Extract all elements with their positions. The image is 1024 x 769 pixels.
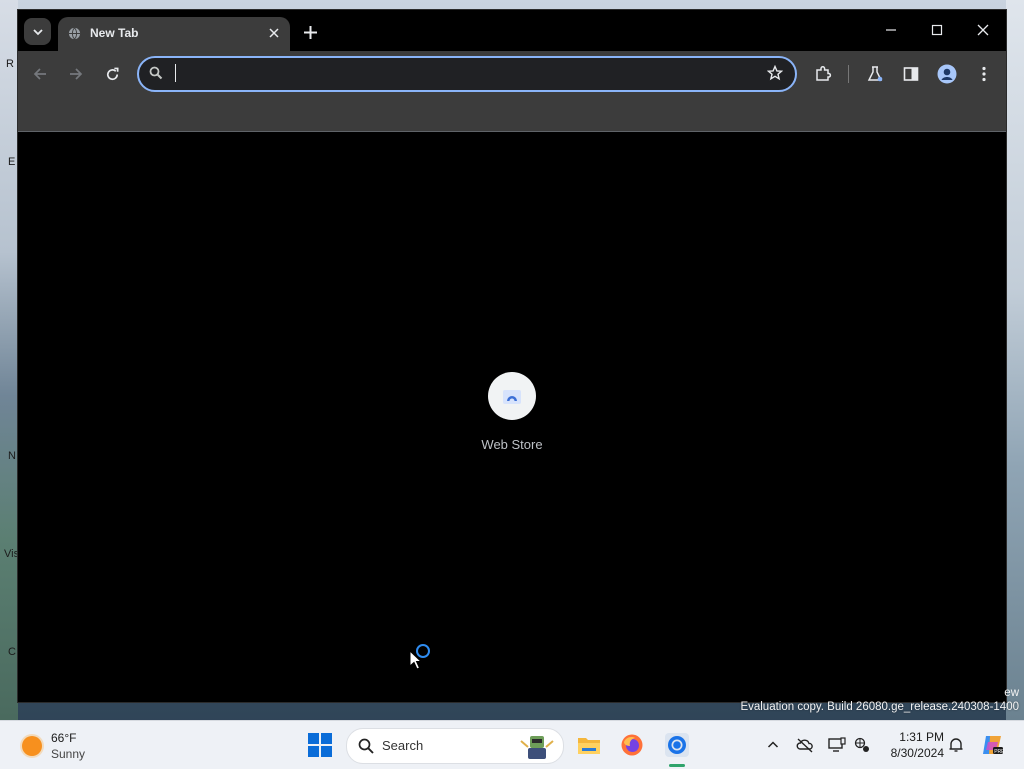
copilot-button[interactable]: PRE (980, 733, 1004, 757)
bookmark-star-icon[interactable] (767, 65, 783, 81)
svg-text:PRE: PRE (994, 749, 1004, 755)
browser-window: New Tab Web Store (18, 10, 1006, 702)
browser-toolbar (18, 51, 1006, 97)
reload-button[interactable] (102, 64, 122, 84)
chrome-taskbar-button[interactable] (664, 732, 690, 758)
watermark-line2: Evaluation copy. Build 26080.ge_release.… (740, 701, 1019, 713)
globe-icon (68, 27, 81, 40)
weather-temperature: 66°F (51, 731, 77, 745)
search-icon (358, 738, 374, 754)
kebab-menu-icon (982, 66, 986, 82)
desktop-right-edge (1006, 0, 1024, 720)
close-icon (269, 28, 279, 38)
shortcut-icon-circle (488, 372, 536, 420)
file-explorer-taskbar-button[interactable] (576, 732, 602, 758)
address-bar[interactable] (137, 56, 797, 92)
new-tab-page: Web Store (18, 132, 1006, 702)
chevron-up-icon (767, 741, 779, 748)
address-input[interactable] (173, 62, 747, 88)
arrow-left-icon (33, 68, 46, 80)
chrome-icon (665, 733, 689, 757)
desktop-icon-label-fragment: R (6, 58, 14, 70)
weather-widget[interactable]: 66°F Sunny (20, 730, 140, 762)
monitor-icon (828, 737, 846, 752)
windows-logo-pane (308, 746, 319, 757)
menu-button[interactable] (974, 64, 994, 84)
active-app-indicator (669, 764, 685, 767)
desktop-left-edge: R E N Vis C (0, 0, 20, 720)
reload-icon (106, 67, 118, 80)
minimize-icon (886, 29, 896, 31)
search-highlight-art-icon (520, 736, 554, 759)
side-panel-button[interactable] (901, 64, 921, 84)
shortcut-label: Web Store (481, 437, 543, 452)
desktop-icon-label-fragment: C (8, 646, 16, 658)
mouse-pointer-icon (409, 650, 422, 670)
bell-icon (949, 738, 963, 752)
sun-icon (22, 736, 42, 756)
plus-icon (303, 25, 317, 39)
copilot-icon: PRE (983, 736, 1004, 755)
cloud-offline-icon (796, 738, 813, 753)
taskbar-search-box[interactable]: Search (346, 728, 564, 764)
close-window-button[interactable] (970, 20, 996, 40)
network-tray-button[interactable] (852, 735, 872, 755)
back-button[interactable] (30, 64, 50, 84)
bookmarks-bar (18, 97, 1006, 132)
close-icon (977, 24, 989, 36)
side-panel-icon (903, 67, 919, 81)
tab-strip: New Tab (18, 10, 1006, 51)
clock-date: 8/30/2024 (890, 746, 944, 760)
onedrive-tray-button[interactable] (795, 735, 815, 755)
maximize-icon (931, 24, 943, 36)
folder-icon (578, 738, 600, 754)
tab-title: New Tab (90, 26, 139, 40)
web-store-icon (503, 390, 521, 404)
firefox-taskbar-button[interactable] (619, 732, 645, 758)
system-clock[interactable]: 1:31 PM 8/30/2024 (880, 729, 944, 761)
show-hidden-icons-button[interactable] (763, 735, 783, 755)
desktop-icon-label-fragment: N (8, 450, 16, 462)
puzzle-icon (816, 65, 832, 81)
network-status-icon (854, 737, 869, 752)
clock-time: 1:31 PM (899, 730, 944, 744)
desktop-icon-label-fragment: E (8, 156, 16, 168)
tab-search-button[interactable] (24, 18, 51, 45)
chevron-down-icon (32, 28, 43, 35)
text-caret (175, 64, 176, 82)
notifications-button[interactable] (946, 735, 966, 755)
search-label: Search (382, 738, 424, 753)
labs-button[interactable] (865, 64, 885, 84)
forward-button[interactable] (66, 64, 86, 84)
toolbar-divider (848, 65, 849, 83)
arrow-right-icon (70, 68, 83, 80)
tab-new-tab[interactable]: New Tab (58, 17, 290, 51)
shortcut-web-store[interactable]: Web Store (462, 372, 562, 452)
extensions-button[interactable] (813, 64, 833, 84)
search-icon (149, 66, 163, 80)
tab-close-button[interactable] (266, 25, 282, 41)
desktop-icon-label-fragment: Vis (4, 548, 20, 560)
watermark-line1: ew (1004, 687, 1019, 699)
maximize-button[interactable] (924, 20, 950, 40)
minimize-button[interactable] (878, 20, 904, 40)
windows-logo-pane (321, 733, 332, 744)
flask-icon (867, 66, 883, 82)
avatar-icon (937, 64, 957, 84)
weather-condition: Sunny (51, 747, 86, 761)
profile-button[interactable] (937, 64, 957, 84)
firefox-icon (621, 734, 643, 756)
windows-logo-icon (308, 733, 319, 744)
new-tab-button[interactable] (300, 22, 320, 42)
windows-logo-pane (321, 746, 332, 757)
display-tray-button[interactable] (827, 735, 847, 755)
taskbar: 66°F Sunny Search 1:31 PM 8/30/2024 PRE (0, 720, 1024, 769)
start-button[interactable] (308, 733, 332, 757)
